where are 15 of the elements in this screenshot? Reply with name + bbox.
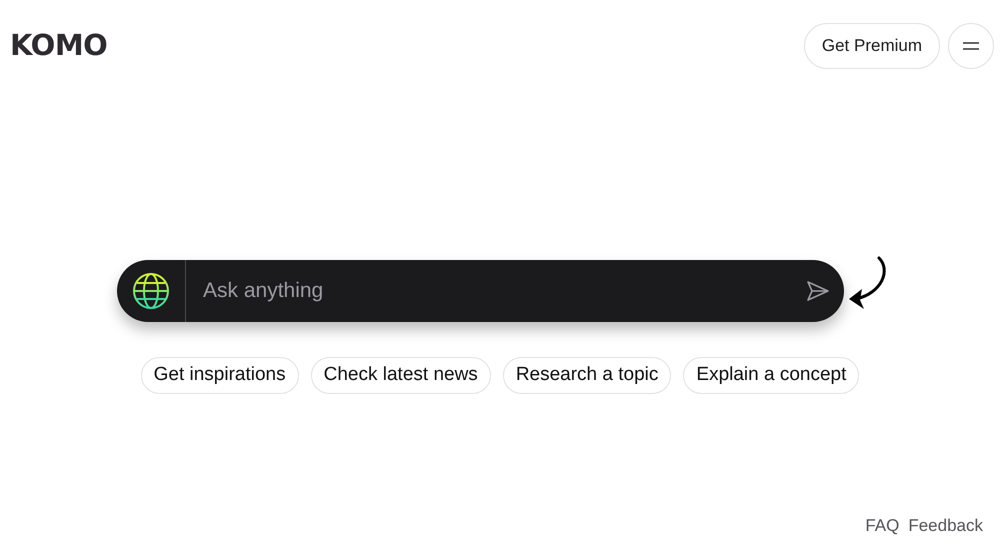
suggestion-chip[interactable]: Research a topic — [502, 357, 672, 394]
footer-link[interactable]: FAQ — [865, 512, 900, 538]
send-icon — [806, 280, 830, 302]
suggestion-chip[interactable]: Check latest news — [310, 357, 491, 394]
search-bar[interactable]: Ask anything — [117, 260, 844, 322]
suggestion-chip[interactable]: Get inspirations — [140, 357, 299, 394]
suggestion-chip[interactable]: Explain a concept — [683, 357, 860, 394]
get-premium-button[interactable]: Get Premium — [804, 22, 940, 68]
search-input[interactable]: Ask anything — [186, 274, 806, 308]
menu-button[interactable] — [948, 22, 994, 68]
menu-icon — [962, 40, 980, 50]
send-button[interactable] — [806, 280, 830, 302]
globe-icon — [132, 272, 170, 310]
logo: KOMO — [10, 26, 108, 64]
footer-link[interactable]: Feedback — [908, 512, 983, 538]
